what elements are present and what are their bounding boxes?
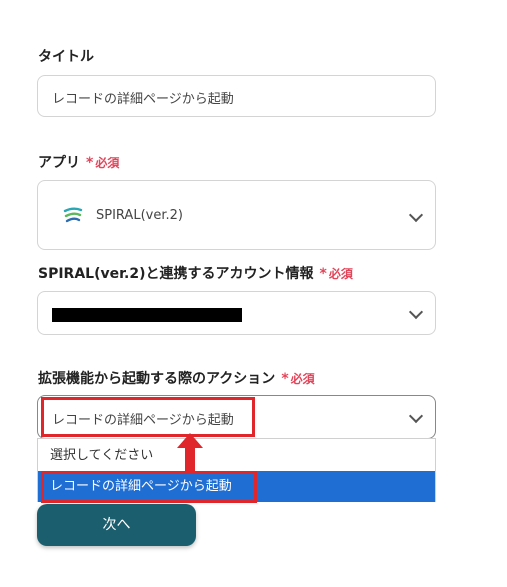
title-input[interactable]: レコードの詳細ページから起動 xyxy=(37,75,436,117)
required-star: * xyxy=(86,155,94,171)
app-label: アプリ * 必須 xyxy=(38,152,119,172)
highlight-box xyxy=(41,397,255,437)
chevron-down-icon xyxy=(408,304,424,320)
spiral-logo-icon xyxy=(62,205,84,231)
required-text: 必須 xyxy=(95,156,120,170)
app-label-text: アプリ xyxy=(38,155,80,171)
next-button[interactable]: 次へ xyxy=(37,504,196,546)
account-label-text: SPIRAL(ver.2)と連携するアカウント情報 xyxy=(38,266,314,282)
chevron-down-icon xyxy=(408,408,424,424)
app-select[interactable]: SPIRAL(ver.2) xyxy=(37,180,436,250)
required-star: * xyxy=(319,266,327,282)
required-star: * xyxy=(281,371,289,387)
account-select[interactable] xyxy=(37,291,436,335)
action-label: 拡張機能から起動する際のアクション * 必須 xyxy=(38,368,315,388)
dropdown-option-placeholder[interactable]: 選択してください xyxy=(38,440,435,471)
title-label: タイトル xyxy=(38,49,94,65)
action-label-text: 拡張機能から起動する際のアクション xyxy=(38,371,276,387)
required-text: 必須 xyxy=(290,372,315,386)
required-text: 必須 xyxy=(328,267,353,281)
highlight-box xyxy=(41,471,257,503)
title-input-value: レコードの詳細ページから起動 xyxy=(52,92,234,107)
required-badge: * 必須 xyxy=(319,266,353,282)
account-label: SPIRAL(ver.2)と連携するアカウント情報 * 必須 xyxy=(38,263,353,283)
chevron-down-icon xyxy=(408,207,424,223)
required-badge: * 必須 xyxy=(86,155,120,171)
required-badge: * 必須 xyxy=(281,371,315,387)
redacted-account-value xyxy=(52,308,242,322)
arrow-up-icon xyxy=(177,433,203,471)
app-select-value: SPIRAL(ver.2) xyxy=(96,208,183,223)
